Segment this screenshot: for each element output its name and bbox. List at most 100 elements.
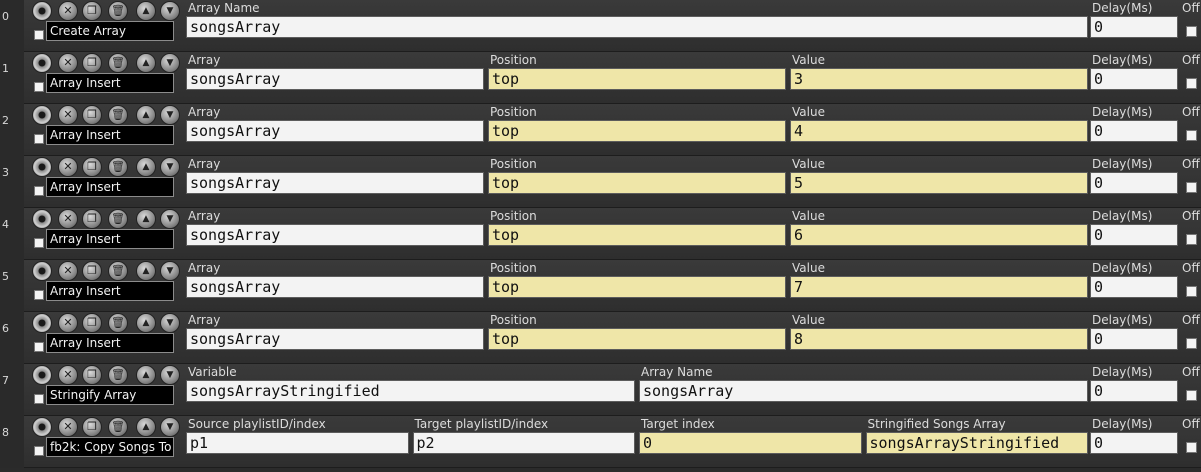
- delete-icon[interactable]: ✕: [58, 209, 78, 229]
- delete-icon[interactable]: ✕: [58, 1, 78, 21]
- move-up-icon[interactable]: ▲: [136, 365, 156, 385]
- move-down-icon[interactable]: ▼: [160, 157, 180, 177]
- action-name[interactable]: Array Insert: [46, 281, 174, 301]
- run-icon[interactable]: [32, 313, 52, 333]
- off-checkbox[interactable]: [1186, 338, 1197, 349]
- parameter-input[interactable]: top: [488, 224, 786, 246]
- delay-input[interactable]: 0: [1090, 380, 1178, 402]
- copy-icon[interactable]: ❐: [82, 417, 102, 437]
- run-icon[interactable]: [32, 157, 52, 177]
- action-name[interactable]: fb2k: Copy Songs To P: [46, 437, 174, 457]
- off-checkbox[interactable]: [1186, 78, 1197, 89]
- run-icon[interactable]: [32, 1, 52, 21]
- parameter-input[interactable]: songsArray: [186, 172, 484, 194]
- delete-icon[interactable]: ✕: [58, 53, 78, 73]
- parameter-input[interactable]: p2: [412, 432, 635, 454]
- parameter-input[interactable]: top: [488, 328, 786, 350]
- run-icon[interactable]: [32, 417, 52, 437]
- action-name[interactable]: Array Insert: [46, 333, 174, 353]
- delay-input[interactable]: 0: [1090, 172, 1178, 194]
- trash-icon[interactable]: 🗑: [108, 365, 128, 385]
- enable-checkbox[interactable]: [34, 342, 44, 352]
- off-checkbox[interactable]: [1186, 130, 1197, 141]
- parameter-input[interactable]: top: [488, 120, 786, 142]
- parameter-input[interactable]: songsArrayStringified: [186, 380, 635, 402]
- enable-checkbox[interactable]: [34, 82, 44, 92]
- parameter-input[interactable]: top: [488, 68, 786, 90]
- copy-icon[interactable]: ❐: [82, 261, 102, 281]
- delay-input[interactable]: 0: [1090, 276, 1178, 298]
- action-name[interactable]: Array Insert: [46, 125, 174, 145]
- delete-icon[interactable]: ✕: [58, 105, 78, 125]
- parameter-input[interactable]: 3: [790, 68, 1088, 90]
- parameter-input[interactable]: songsArray: [186, 120, 484, 142]
- delay-input[interactable]: 0: [1090, 432, 1178, 454]
- delete-icon[interactable]: ✕: [58, 157, 78, 177]
- move-down-icon[interactable]: ▼: [160, 313, 180, 333]
- run-icon[interactable]: [32, 105, 52, 125]
- move-down-icon[interactable]: ▼: [160, 365, 180, 385]
- enable-checkbox[interactable]: [34, 186, 44, 196]
- action-name[interactable]: Create Array: [46, 21, 174, 41]
- parameter-input[interactable]: songsArray: [186, 68, 484, 90]
- run-icon[interactable]: [32, 365, 52, 385]
- parameter-input[interactable]: songsArray: [186, 16, 1088, 38]
- delete-icon[interactable]: ✕: [58, 417, 78, 437]
- action-name[interactable]: Array Insert: [46, 229, 174, 249]
- run-icon[interactable]: [32, 53, 52, 73]
- parameter-input[interactable]: 0: [639, 432, 862, 454]
- trash-icon[interactable]: 🗑: [108, 209, 128, 229]
- parameter-input[interactable]: top: [488, 172, 786, 194]
- delay-input[interactable]: 0: [1090, 16, 1178, 38]
- run-icon[interactable]: [32, 209, 52, 229]
- enable-checkbox[interactable]: [34, 446, 44, 456]
- trash-icon[interactable]: 🗑: [108, 1, 128, 21]
- off-checkbox[interactable]: [1186, 390, 1197, 401]
- copy-icon[interactable]: ❐: [82, 157, 102, 177]
- move-down-icon[interactable]: ▼: [160, 417, 180, 437]
- parameter-input[interactable]: top: [488, 276, 786, 298]
- parameter-input[interactable]: 6: [790, 224, 1088, 246]
- off-checkbox[interactable]: [1186, 442, 1197, 453]
- enable-checkbox[interactable]: [34, 394, 44, 404]
- copy-icon[interactable]: ❐: [82, 105, 102, 125]
- off-checkbox[interactable]: [1186, 26, 1197, 37]
- copy-icon[interactable]: ❐: [82, 53, 102, 73]
- parameter-input[interactable]: songsArrayStringified: [865, 432, 1088, 454]
- action-name[interactable]: Array Insert: [46, 73, 174, 93]
- copy-icon[interactable]: ❐: [82, 365, 102, 385]
- delete-icon[interactable]: ✕: [58, 365, 78, 385]
- delay-input[interactable]: 0: [1090, 224, 1178, 246]
- parameter-input[interactable]: songsArray: [186, 224, 484, 246]
- move-down-icon[interactable]: ▼: [160, 261, 180, 281]
- parameter-input[interactable]: songsArray: [186, 328, 484, 350]
- trash-icon[interactable]: 🗑: [108, 261, 128, 281]
- move-up-icon[interactable]: ▲: [136, 157, 156, 177]
- off-checkbox[interactable]: [1186, 234, 1197, 245]
- enable-checkbox[interactable]: [34, 238, 44, 248]
- parameter-input[interactable]: songsArray: [639, 380, 1088, 402]
- parameter-input[interactable]: p1: [186, 432, 409, 454]
- move-up-icon[interactable]: ▲: [136, 209, 156, 229]
- action-name[interactable]: Array Insert: [46, 177, 174, 197]
- trash-icon[interactable]: 🗑: [108, 105, 128, 125]
- move-up-icon[interactable]: ▲: [136, 417, 156, 437]
- parameter-input[interactable]: songsArray: [186, 276, 484, 298]
- trash-icon[interactable]: 🗑: [108, 313, 128, 333]
- off-checkbox[interactable]: [1186, 182, 1197, 193]
- trash-icon[interactable]: 🗑: [108, 157, 128, 177]
- trash-icon[interactable]: 🗑: [108, 53, 128, 73]
- enable-checkbox[interactable]: [34, 134, 44, 144]
- delete-icon[interactable]: ✕: [58, 261, 78, 281]
- delay-input[interactable]: 0: [1090, 328, 1178, 350]
- off-checkbox[interactable]: [1186, 286, 1197, 297]
- parameter-input[interactable]: 4: [790, 120, 1088, 142]
- copy-icon[interactable]: ❐: [82, 209, 102, 229]
- move-down-icon[interactable]: ▼: [160, 209, 180, 229]
- move-down-icon[interactable]: ▼: [160, 53, 180, 73]
- move-up-icon[interactable]: ▲: [136, 313, 156, 333]
- delay-input[interactable]: 0: [1090, 120, 1178, 142]
- move-down-icon[interactable]: ▼: [160, 1, 180, 21]
- parameter-input[interactable]: 5: [790, 172, 1088, 194]
- move-up-icon[interactable]: ▲: [136, 261, 156, 281]
